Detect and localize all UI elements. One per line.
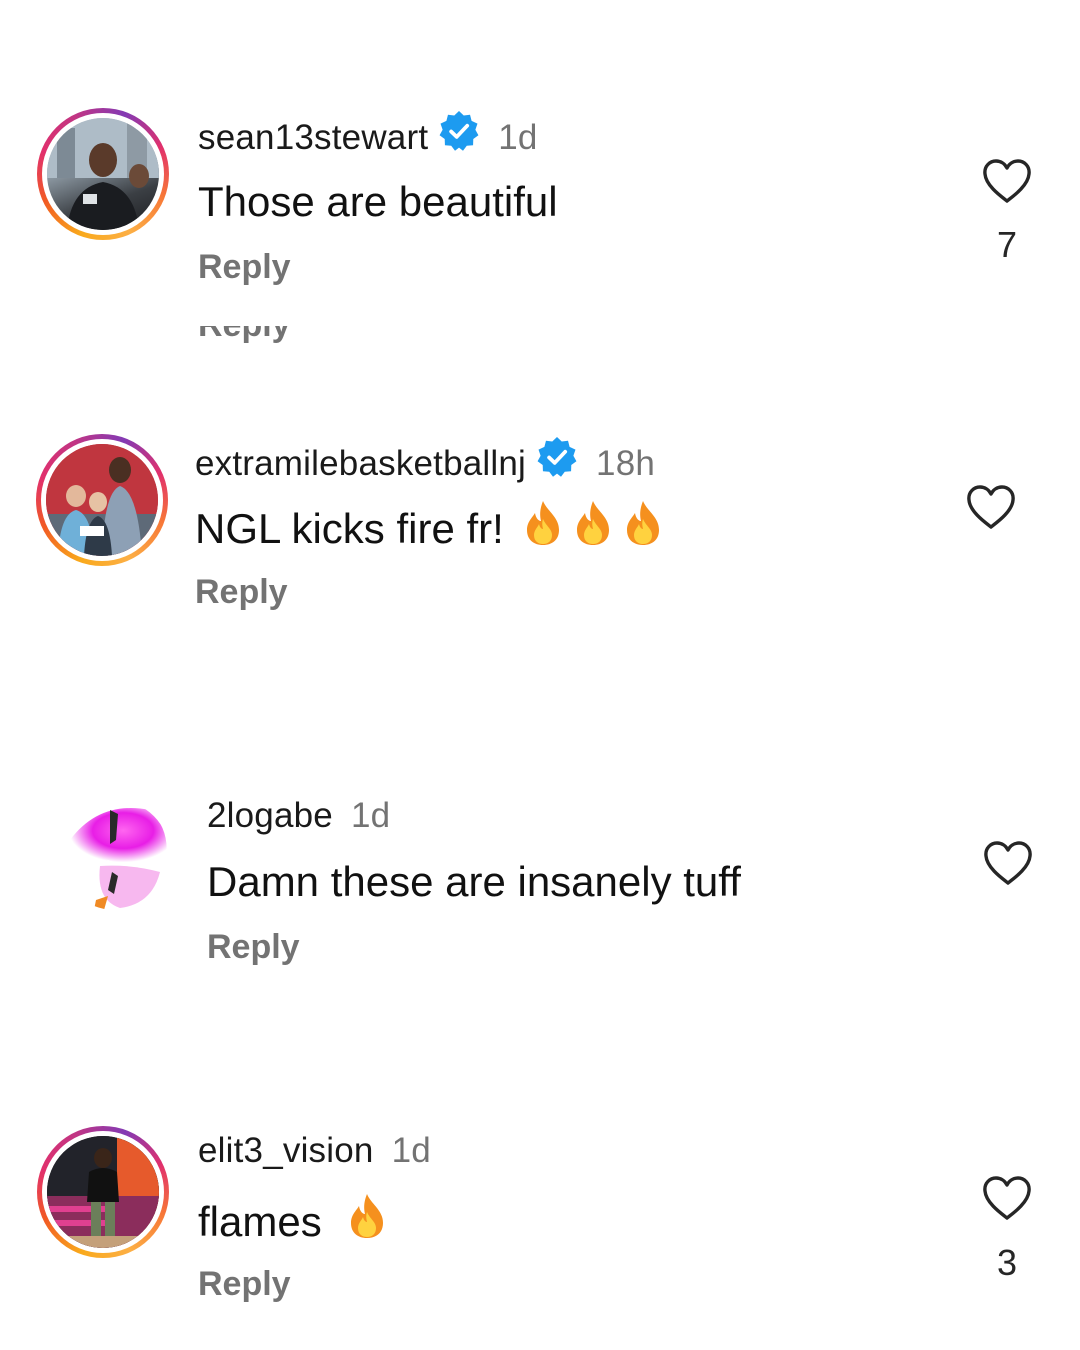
fire-icon	[621, 499, 665, 557]
username[interactable]: 2logabe	[207, 796, 333, 835]
partial-reply-button[interactable]: Reply	[198, 326, 318, 352]
heart-icon[interactable]	[983, 840, 1033, 886]
fire-icon	[521, 499, 565, 557]
comment-text-body: NGL kicks fire fr!	[195, 505, 504, 553]
like-count: 7	[996, 224, 1018, 265]
username[interactable]: extramilebasketballnj	[195, 444, 526, 483]
avatar	[47, 118, 159, 230]
reply-button[interactable]: Reply	[198, 1265, 291, 1304]
fire-icon	[571, 499, 615, 557]
comment-text: flames	[198, 1194, 389, 1254]
abstract-photo-icon	[60, 800, 170, 910]
avatar[interactable]	[60, 800, 170, 910]
timestamp: 1d	[498, 117, 538, 157]
group-photo-icon	[46, 444, 158, 556]
timestamp: 18h	[596, 443, 656, 483]
comment-text-body: flames	[198, 1198, 322, 1246]
reply-button[interactable]: Reply	[198, 248, 291, 287]
comment-text: Damn these are insanely tuff	[207, 858, 741, 905]
comment-header: sean13stewart 1d	[198, 111, 538, 165]
comment-text: NGL kicks fire fr!	[195, 501, 665, 561]
avatar	[46, 444, 158, 556]
comment-header: elit3_vision 1d	[198, 1131, 431, 1171]
comment-header: 2logabe 1d	[207, 796, 390, 836]
like-count: 3	[996, 1242, 1018, 1283]
comment-text: Those are beautiful	[198, 178, 558, 225]
comment-header: extramilebasketballnj 18h	[195, 437, 656, 491]
avatar-story-ring[interactable]	[36, 434, 168, 566]
verified-badge-icon	[438, 110, 480, 161]
timestamp: 1d	[391, 1131, 431, 1170]
avatar-story-ring[interactable]	[37, 108, 169, 240]
username[interactable]: elit3_vision	[198, 1131, 374, 1170]
reply-button[interactable]: Reply	[207, 928, 300, 967]
person-photo-icon	[47, 118, 159, 230]
verified-badge-icon	[536, 436, 578, 487]
timestamp: 1d	[350, 796, 391, 835]
reply-button[interactable]: Reply	[195, 573, 288, 612]
court-photo-icon	[47, 1136, 159, 1248]
avatar	[47, 1136, 159, 1248]
heart-icon[interactable]	[966, 484, 1016, 530]
heart-icon[interactable]	[982, 158, 1032, 204]
username[interactable]: sean13stewart	[198, 118, 428, 157]
heart-icon[interactable]	[982, 1175, 1032, 1221]
fire-icon	[345, 1192, 389, 1250]
avatar-story-ring[interactable]	[37, 1126, 169, 1258]
